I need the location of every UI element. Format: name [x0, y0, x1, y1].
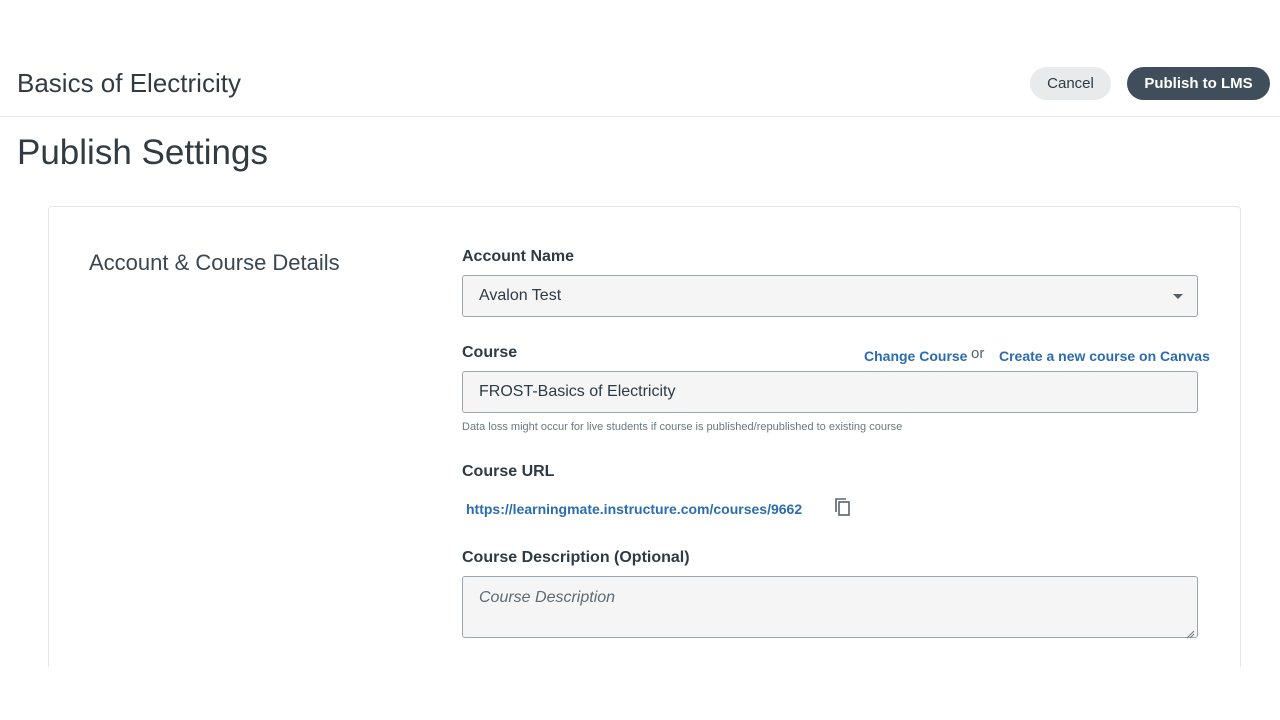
top-header: Basics of Electricity Cancel Publish to …	[0, 50, 1280, 117]
course-field-value: FROST-Basics of Electricity	[479, 383, 676, 400]
course-url-link[interactable]: https://learningmate.instructure.com/cou…	[466, 501, 802, 517]
section-title: Account & Course Details	[89, 250, 340, 275]
course-description-textarea[interactable]: Course Description	[462, 576, 1198, 639]
course-url-label: Course URL	[462, 463, 555, 480]
data-loss-warning: Data loss might occur for live students …	[462, 421, 903, 433]
copy-icon[interactable]	[833, 497, 853, 519]
account-name-label: Account Name	[462, 248, 575, 265]
page-title: Publish Settings	[17, 133, 268, 172]
course-description-placeholder: Course Description	[479, 589, 616, 606]
course-field[interactable]: FROST-Basics of Electricity	[462, 371, 1198, 413]
resize-grip-icon[interactable]	[1186, 626, 1195, 639]
chevron-down-icon	[1173, 294, 1183, 299]
course-description-label: Course Description (Optional)	[462, 549, 690, 566]
account-name-selected-value: Avalon Test	[479, 287, 562, 304]
cancel-button[interactable]: Cancel	[1030, 67, 1111, 100]
publish-to-lms-button[interactable]: Publish to LMS	[1127, 67, 1270, 100]
account-course-details-card: Account & Course Details Account Name Av…	[48, 206, 1241, 667]
change-course-link[interactable]: Change Course	[864, 348, 967, 364]
publish-settings-page: Basics of Electricity Cancel Publish to …	[0, 0, 1280, 720]
create-new-course-link[interactable]: Create a new course on Canvas	[999, 348, 1210, 364]
course-title: Basics of Electricity	[17, 68, 241, 98]
course-label: Course	[462, 344, 518, 361]
account-name-select[interactable]: Avalon Test	[462, 275, 1198, 317]
or-separator: or	[971, 345, 985, 362]
